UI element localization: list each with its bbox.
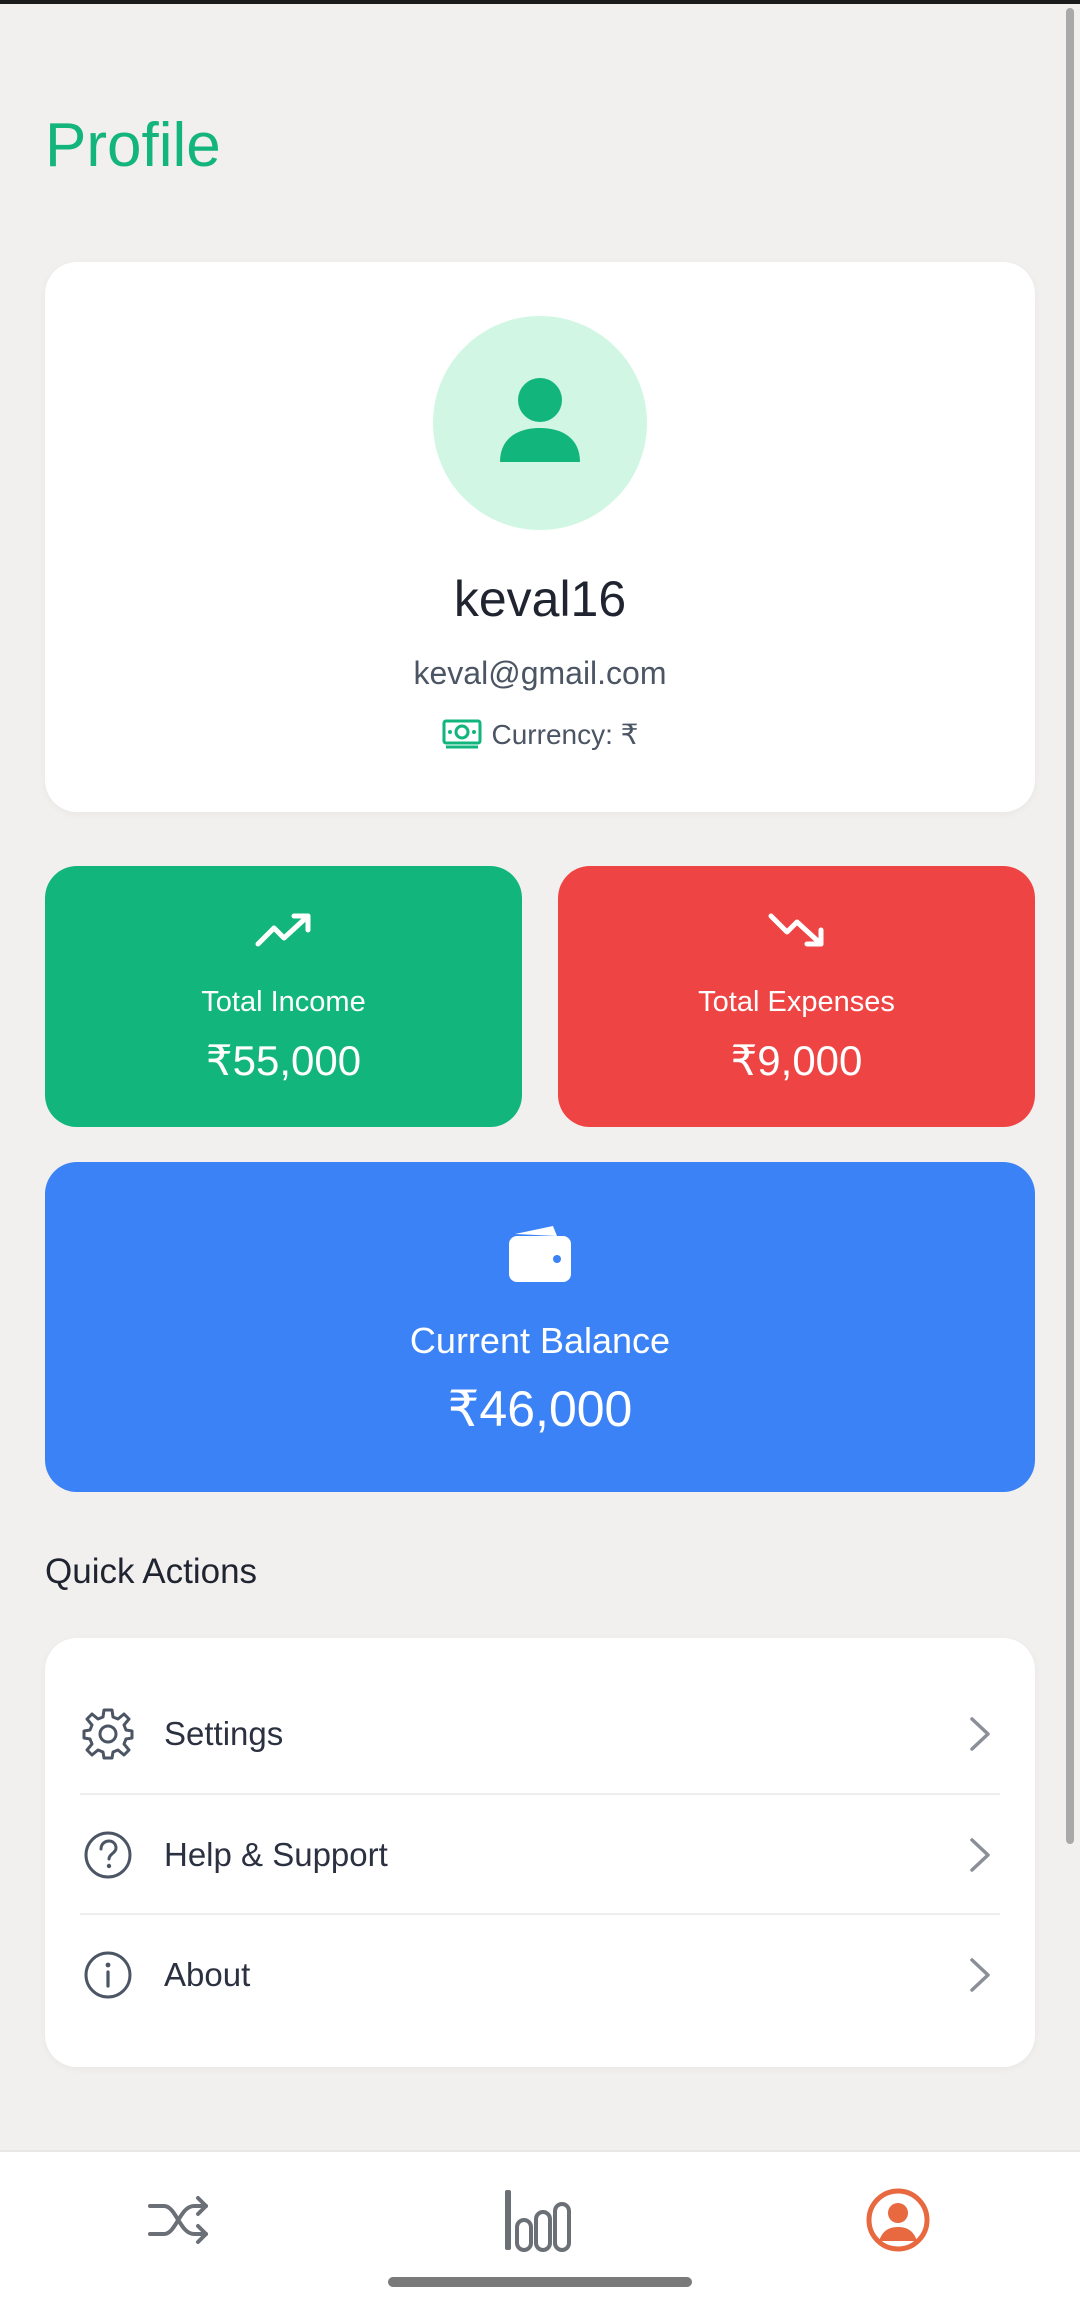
shuffle-icon: [148, 2196, 208, 2244]
avatar[interactable]: [433, 316, 647, 530]
settings-label: Settings: [164, 1715, 284, 1752]
currency-info: Currency: ₹: [45, 718, 1035, 751]
trending-down-icon: [768, 913, 823, 947]
about-label: About: [164, 1956, 251, 1993]
current-balance-label: Current Balance: [409, 1320, 671, 1361]
help-support-row[interactable]: Help & Support: [80, 1795, 1000, 1915]
help-support-label: Help & Support: [164, 1836, 388, 1873]
chevron-right-icon: [970, 1958, 990, 1992]
nav-profile[interactable]: [858, 2180, 938, 2260]
settings-row[interactable]: Settings: [80, 1674, 1000, 1794]
current-balance-card[interactable]: Current Balance ₹46,000: [45, 1162, 1035, 1492]
status-bar-edge: [0, 0, 1080, 4]
trending-up-icon: [255, 913, 310, 947]
quick-actions-card: Settings Help & Support About: [45, 1638, 1035, 2067]
wallet-icon: [509, 1226, 571, 1282]
currency-label: Currency: ₹: [491, 719, 639, 750]
page-title: Profile: [45, 111, 221, 180]
quick-actions-title: Quick Actions: [45, 1552, 258, 1591]
current-balance-value: ₹46,000: [447, 1381, 633, 1437]
profile-card: keval16 keval@gmail.com Currency: ₹: [45, 262, 1035, 812]
total-expenses-label: Total Expenses: [698, 986, 895, 1018]
about-row[interactable]: About: [80, 1915, 1000, 2035]
chevron-right-icon: [970, 1838, 990, 1872]
total-income-label: Total Income: [201, 986, 366, 1018]
scrollbar[interactable]: [1066, 8, 1074, 1844]
nav-statistics[interactable]: [498, 2180, 578, 2260]
user-icon: [500, 378, 580, 462]
gear-icon: [82, 1708, 134, 1760]
bar-chart-icon: [505, 2190, 571, 2252]
home-indicator: [388, 2277, 692, 2287]
total-income-card[interactable]: Total Income ₹55,000: [45, 866, 522, 1127]
total-expenses-value: ₹9,000: [730, 1037, 863, 1084]
nav-transactions[interactable]: [140, 2180, 220, 2260]
total-income-value: ₹55,000: [205, 1037, 362, 1084]
total-expenses-card[interactable]: Total Expenses ₹9,000: [558, 866, 1035, 1127]
profile-icon: [866, 2188, 930, 2252]
info-icon: [84, 1951, 132, 1999]
chevron-right-icon: [970, 1717, 990, 1751]
username: keval16: [453, 571, 627, 627]
user-email: keval@gmail.com: [413, 655, 667, 691]
cash-icon: [442, 719, 482, 748]
help-circle-icon: [84, 1831, 132, 1879]
